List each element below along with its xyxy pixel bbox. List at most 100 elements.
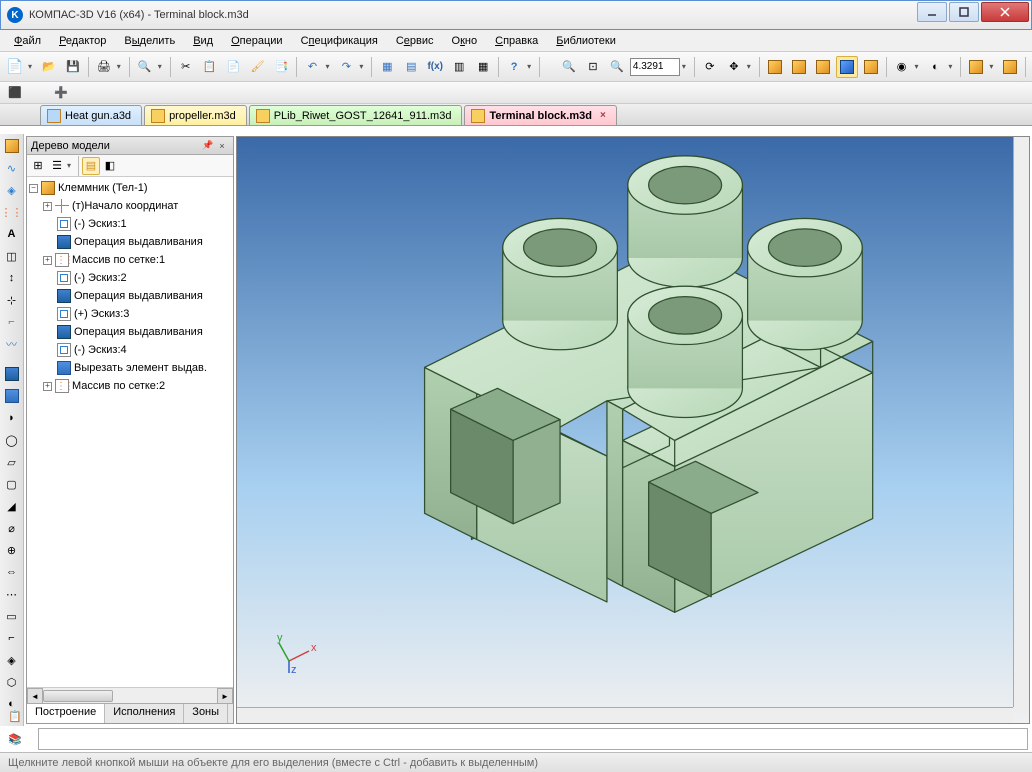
- menu-spec[interactable]: Спецификация: [293, 33, 386, 49]
- minimize-button[interactable]: [917, 2, 947, 22]
- persp-button[interactable]: ◉: [891, 56, 913, 78]
- tool-edit[interactable]: [2, 136, 22, 156]
- orient3-button[interactable]: [812, 56, 834, 78]
- tree-hscroll[interactable]: ◄ ►: [27, 687, 233, 703]
- fx-button[interactable]: f(x): [424, 56, 446, 78]
- tool-sketch[interactable]: ∿: [2, 158, 22, 178]
- 3d-viewport[interactable]: x y z: [236, 136, 1030, 724]
- tool-array[interactable]: ⋮⋮: [2, 202, 22, 222]
- tool-sheet[interactable]: ▭: [2, 606, 22, 626]
- maximize-button[interactable]: [949, 2, 979, 22]
- tool-boolean[interactable]: ⊕: [2, 540, 22, 560]
- zoom-scale-button[interactable]: 🔍: [606, 56, 628, 78]
- paste-button[interactable]: 📄: [223, 56, 245, 78]
- new-button[interactable]: 📄: [4, 56, 26, 78]
- tab-propeller[interactable]: propeller.m3d: [144, 105, 247, 125]
- zoom-input[interactable]: [630, 58, 680, 76]
- menu-service[interactable]: Сервис: [388, 33, 442, 49]
- hide-button[interactable]: [965, 56, 987, 78]
- msgpanel-button[interactable]: 📋: [4, 706, 26, 727]
- viewport-vscroll[interactable]: [1013, 137, 1029, 707]
- tool-draft[interactable]: ◢: [2, 496, 22, 516]
- tool-mirror[interactable]: ⇔: [2, 562, 22, 582]
- menu-libraries[interactable]: Библиотеки: [548, 33, 624, 49]
- tool-axis[interactable]: ⊹: [2, 290, 22, 310]
- panel-header[interactable]: Дерево модели 📌 ×: [27, 137, 233, 155]
- tab-plib[interactable]: PLib_Riwet_GOST_12641_911.m3d: [249, 105, 463, 125]
- layers-button[interactable]: ▥: [448, 56, 470, 78]
- rotate-button[interactable]: ⟳: [699, 56, 721, 78]
- tree-item[interactable]: Операция выдавливания: [29, 287, 231, 305]
- message-panel[interactable]: [38, 728, 1028, 750]
- tab-close-icon[interactable]: ×: [600, 110, 606, 121]
- menu-window[interactable]: Окно: [444, 33, 486, 49]
- panel-tab-exec[interactable]: Исполнения: [105, 704, 184, 723]
- undo-button[interactable]: ↶: [301, 56, 323, 78]
- scroll-right-icon[interactable]: ►: [217, 688, 233, 704]
- wireframe-button[interactable]: [860, 56, 882, 78]
- cut-button[interactable]: ✂: [175, 56, 197, 78]
- expand-icon[interactable]: −: [29, 184, 38, 193]
- menu-file[interactable]: Файл: [6, 33, 49, 49]
- scroll-thumb[interactable]: [43, 690, 113, 702]
- menu-view[interactable]: Вид: [185, 33, 221, 49]
- stop-button[interactable]: ⬛: [4, 82, 26, 104]
- libs-button[interactable]: ▦: [472, 56, 494, 78]
- tool-fillet[interactable]: ◗: [2, 408, 22, 428]
- tool-pattern[interactable]: ⋯: [2, 584, 22, 604]
- tool-extrude[interactable]: [2, 364, 22, 384]
- tree-item[interactable]: Операция выдавливания: [29, 233, 231, 251]
- tree-item[interactable]: Вырезать элемент выдав.: [29, 359, 231, 377]
- tree-item[interactable]: +Массив по сетке:1: [29, 251, 231, 269]
- menu-help[interactable]: Справка: [487, 33, 546, 49]
- tool-shell[interactable]: ▢: [2, 474, 22, 494]
- panel-tab-zones[interactable]: Зоны: [184, 704, 228, 723]
- orient1-button[interactable]: [764, 56, 786, 78]
- zoom-window-button[interactable]: ⊡: [582, 56, 604, 78]
- zoom-fit-button[interactable]: 🔍: [558, 56, 580, 78]
- shaded-button[interactable]: [836, 56, 858, 78]
- scroll-left-icon[interactable]: ◄: [27, 688, 43, 704]
- format-button[interactable]: 🖌: [247, 56, 269, 78]
- panel-tab-build[interactable]: Построение: [27, 704, 105, 723]
- tool-bend[interactable]: ⌐: [2, 628, 22, 648]
- preview-button[interactable]: 🔍: [134, 56, 156, 78]
- tree-item[interactable]: +(т)Начало координат: [29, 197, 231, 215]
- close-button[interactable]: [981, 2, 1029, 22]
- tool-misc2[interactable]: ⬡: [2, 672, 22, 692]
- tree-root[interactable]: − Клеммник (Тел-1): [29, 179, 231, 197]
- vars-button[interactable]: ▤: [400, 56, 422, 78]
- pan-button[interactable]: ✥: [723, 56, 745, 78]
- tool-thread[interactable]: ⌀: [2, 518, 22, 538]
- print-button[interactable]: 🖨: [93, 56, 115, 78]
- expand-icon[interactable]: +: [43, 382, 52, 391]
- lib-button[interactable]: 📚: [4, 729, 26, 750]
- orient2-button[interactable]: [788, 56, 810, 78]
- tab-heat-gun[interactable]: Heat gun.a3d: [40, 105, 142, 125]
- tree-item[interactable]: (-) Эскиз:4: [29, 341, 231, 359]
- expand-icon[interactable]: +: [43, 256, 52, 265]
- menu-editor[interactable]: Редактор: [51, 33, 114, 49]
- tool-dim[interactable]: ↕: [2, 268, 22, 288]
- model-tree[interactable]: − Клеммник (Тел-1) +(т)Начало координат (…: [27, 177, 233, 687]
- tree-item[interactable]: (+) Эскиз:3: [29, 305, 231, 323]
- tool-aux[interactable]: ◫: [2, 246, 22, 266]
- viewport-hscroll[interactable]: [237, 707, 1013, 723]
- save-button[interactable]: 💾: [62, 56, 84, 78]
- tree-item[interactable]: +Массив по сетке:2: [29, 377, 231, 395]
- tool-spline[interactable]: 〰: [2, 334, 22, 354]
- help-button[interactable]: ?: [503, 56, 525, 78]
- tree-mode3[interactable]: ▤: [82, 157, 100, 175]
- tree-item[interactable]: Операция выдавливания: [29, 323, 231, 341]
- manager-button[interactable]: ▦: [376, 56, 398, 78]
- tool-text[interactable]: A: [2, 224, 22, 244]
- panel-close-icon[interactable]: ×: [215, 139, 229, 153]
- tool-cut[interactable]: [2, 386, 22, 406]
- tree-mode1[interactable]: ⊞: [29, 157, 47, 175]
- tree-item[interactable]: (-) Эскиз:2: [29, 269, 231, 287]
- tab-terminal-block[interactable]: Terminal block.m3d ×: [464, 105, 616, 125]
- pin-icon[interactable]: 📌: [201, 139, 215, 153]
- tool-surface[interactable]: ◈: [2, 180, 22, 200]
- tool-misc1[interactable]: ◈: [2, 650, 22, 670]
- redo-button[interactable]: ↷: [335, 56, 357, 78]
